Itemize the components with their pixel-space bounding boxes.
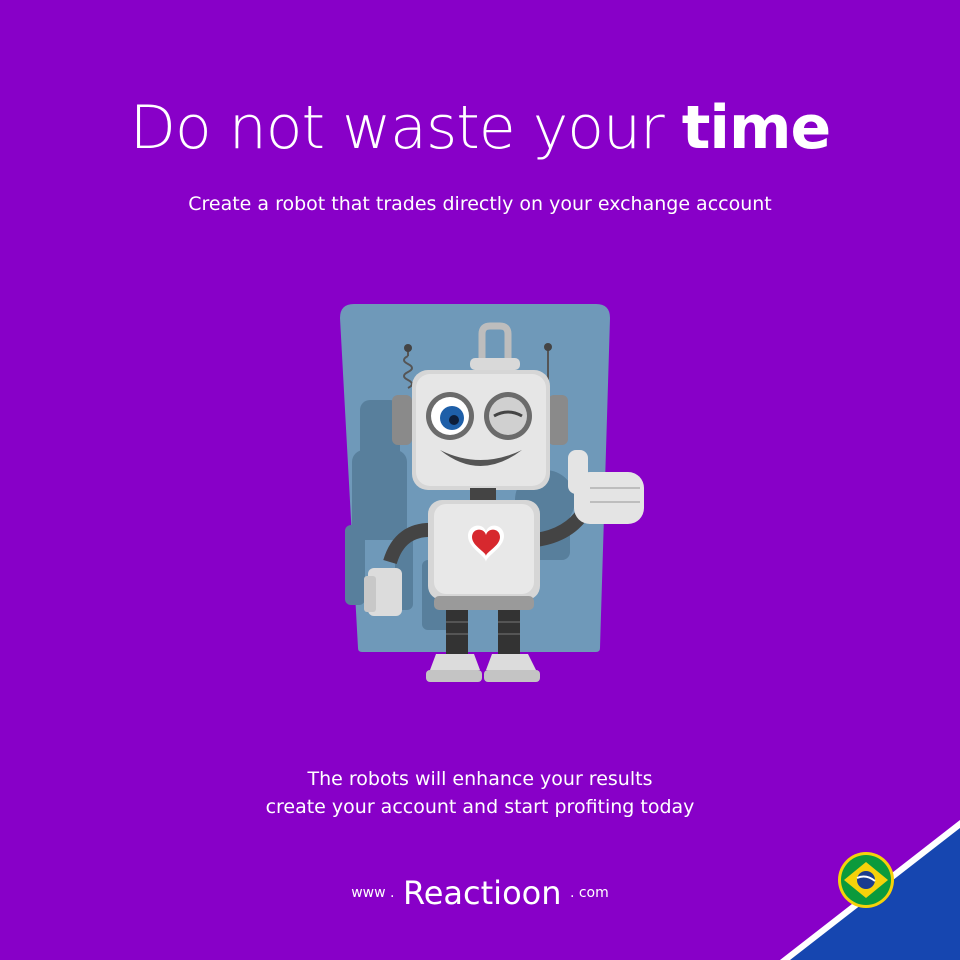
cta-line-1: The robots will enhance your results: [307, 768, 653, 790]
brand-prefix: www .: [351, 885, 395, 901]
corner-decoration: [780, 820, 960, 960]
brazil-flag-icon: [838, 852, 894, 908]
call-to-action-text: The robots will enhance your results cre…: [0, 765, 960, 821]
subtitle: Create a robot that trades directly on y…: [188, 193, 772, 215]
brand-logo: Reactioon: [402, 874, 562, 912]
headline-light: Do not waste your: [129, 93, 665, 163]
headline: Do not waste your time: [0, 88, 960, 168]
cta-line-2: create your account and start profiting …: [265, 796, 695, 818]
robot-illustration: [340, 304, 644, 682]
robot-head: [392, 370, 568, 490]
headline-bold: time: [681, 93, 831, 163]
brand-suffix: . com: [569, 885, 609, 901]
robot-thumb: [568, 450, 644, 524]
